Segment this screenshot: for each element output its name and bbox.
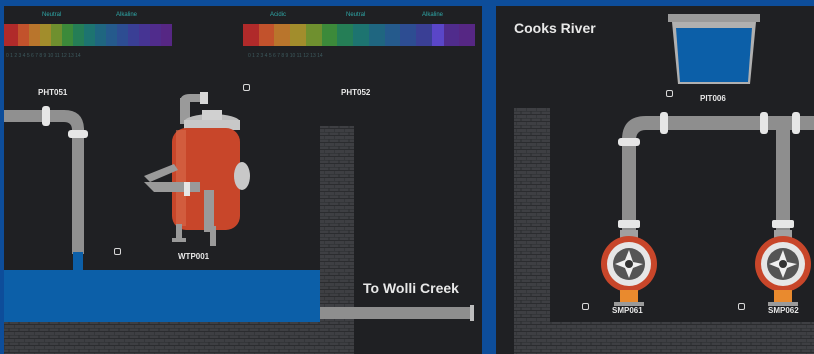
checkbox-pit006[interactable] — [666, 90, 673, 97]
smp062-pump — [755, 236, 811, 306]
smp061-pump — [601, 236, 657, 306]
right-process-panel: Cooks River PIT006 SMP061 SMP062 — [496, 6, 814, 354]
left-process-panel: Neutral Alkaline 0 1 2 3 4 5 6 7 8 9 10 … — [4, 6, 482, 354]
checkbox-wtp001[interactable] — [114, 248, 121, 255]
cooks-river-label: Cooks River — [514, 20, 596, 36]
floor-brick-left — [4, 322, 354, 354]
tag-pit006[interactable]: PIT006 — [700, 94, 726, 103]
left-process-diagram — [4, 92, 474, 354]
tag-smp061[interactable]: SMP061 — [612, 306, 643, 315]
checkbox-smp062[interactable] — [738, 303, 745, 310]
to-wolli-creek-label: To Wolli Creek — [363, 280, 459, 296]
wtp001-tank — [144, 92, 250, 246]
checkbox-smp061[interactable] — [582, 303, 589, 310]
tag-wtp001[interactable]: WTP001 — [178, 252, 209, 261]
right-brick-wall — [514, 108, 550, 354]
right-process-diagram — [514, 14, 814, 354]
water-basin — [4, 270, 320, 322]
tag-pht051[interactable]: PHT051 — [38, 88, 67, 97]
outlet-pipe — [320, 307, 472, 319]
brick-wall — [320, 126, 354, 354]
pht051-pipe — [4, 106, 88, 270]
right-piping — [618, 112, 814, 246]
right-floor-brick — [514, 322, 814, 354]
checkbox-pht052[interactable] — [243, 84, 250, 91]
tag-pht052[interactable]: PHT052 — [341, 88, 370, 97]
pit006-tank — [668, 14, 760, 84]
tag-smp062[interactable]: SMP062 — [768, 306, 799, 315]
